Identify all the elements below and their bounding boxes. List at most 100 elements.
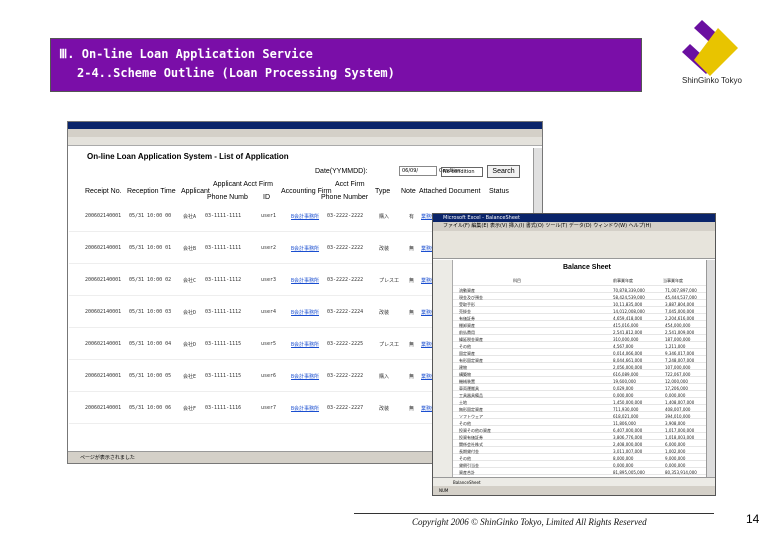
sheet-cell[interactable]: 建物 xyxy=(459,365,467,370)
sheet-cell[interactable]: 722,067,000 xyxy=(665,372,690,377)
condition-select[interactable]: No condition xyxy=(441,167,483,177)
search-button[interactable]: Search xyxy=(487,165,520,178)
sheet-cell[interactable]: 70,878,339,000 xyxy=(613,288,645,293)
sheet-cell[interactable]: 3,011,007,000 xyxy=(613,449,642,454)
sheet-cell[interactable]: 17,206,000 xyxy=(665,386,688,391)
sheet-cell[interactable]: 71,007,897,000 xyxy=(665,288,697,293)
sheet-cell[interactable]: 14,012,008,000 xyxy=(613,309,645,314)
sheet-cell[interactable]: 8,000,000 xyxy=(613,456,633,461)
sheet-cell[interactable]: 19,600,000 xyxy=(613,379,636,384)
sheet-cell[interactable]: 0,000,000 xyxy=(665,463,685,468)
sheet-cell[interactable]: 固定資産 xyxy=(459,351,475,356)
sheet-cell[interactable]: 0,014,066,000 xyxy=(613,351,642,356)
sheet-cell[interactable]: 貸倒引当金 xyxy=(459,463,479,468)
sheet-cell[interactable]: ソフトウェア xyxy=(459,414,483,419)
sheet-cell[interactable]: 1,450,000,000 xyxy=(613,400,642,405)
sheet-cell[interactable]: 長期貸付金 xyxy=(459,449,479,454)
sheet-cell[interactable]: 1,211,000 xyxy=(665,344,685,349)
cell-phone: 03-1111-1115 xyxy=(205,373,242,379)
sheet-cell[interactable]: 58,424,539,000 xyxy=(613,295,645,300)
sheet-cell[interactable]: 7,248,007,000 xyxy=(665,358,694,363)
cell-firm[interactable]: B会計事務所 xyxy=(291,341,319,348)
sheet-cell[interactable]: 無形固定資産 xyxy=(459,407,483,412)
sheet-cell[interactable]: 4,659,418,000 xyxy=(613,316,642,321)
sheet-cell[interactable]: 有価証券 xyxy=(459,316,475,321)
cell-firm[interactable]: B会計事務所 xyxy=(291,277,319,284)
sheet-cell[interactable]: 10,11,835,000 xyxy=(613,302,642,307)
sheet-cell[interactable]: 有形固定資産 xyxy=(459,358,483,363)
sheet-cell[interactable]: 9,346,017,000 xyxy=(665,351,694,356)
sheet-cell[interactable]: 394,010,000 xyxy=(665,414,690,419)
sheet-cell[interactable]: 構築物 xyxy=(459,372,471,377)
sheet-cell[interactable]: 7,045,000,000 xyxy=(665,309,694,314)
sheet-cell[interactable]: 前払費用 xyxy=(459,330,475,335)
sheet-cell[interactable]: 187,000,000 xyxy=(665,337,690,342)
cell-id: user4 xyxy=(261,309,277,315)
sheet-cell[interactable]: 80,353,914,000 xyxy=(665,470,697,475)
excel-window: Microsoft Excel - BalanceSheet ファイル(F) 編… xyxy=(432,213,716,496)
sheet-cell[interactable]: 1,018,003,000 xyxy=(665,435,694,440)
sheet-cell[interactable]: 616,089,000 xyxy=(613,372,638,377)
sheet-cell[interactable]: 45,444,537,000 xyxy=(665,295,697,300)
sheet-cell[interactable]: 107,000,000 xyxy=(665,365,690,370)
sheet-cell[interactable]: 機械装置 xyxy=(459,379,475,384)
sheet-cell[interactable]: 4,567,000 xyxy=(613,344,633,349)
sheet-cell[interactable]: 8,044,661,000 xyxy=(613,358,642,363)
sheet-tab[interactable]: BalanceSheet xyxy=(433,477,715,486)
sheet-cell[interactable]: 11,806,000 xyxy=(613,421,636,426)
cell-firm[interactable]: B会計事務所 xyxy=(291,373,319,380)
sheet-cell[interactable]: 土地 xyxy=(459,400,467,405)
sheet-cell[interactable]: 2,204,616,000 xyxy=(665,316,694,321)
sheet-cell[interactable]: 投資その他の資産 xyxy=(459,428,491,433)
cell-firm[interactable]: B会計事務所 xyxy=(291,213,319,220)
sheet-cell[interactable]: 408,007,000 xyxy=(665,407,690,412)
sheet-cell[interactable]: 車両運搬具 xyxy=(459,386,479,391)
sheet-cell[interactable]: 0,000,000 xyxy=(613,463,633,468)
sheet-cell[interactable]: その他 xyxy=(459,456,471,461)
sheet-cell[interactable]: 0,000,000 xyxy=(613,393,633,398)
sheet-cell[interactable]: 81,895,005,000 xyxy=(613,470,645,475)
sheet-cell[interactable]: 受取手形 xyxy=(459,302,475,307)
cell-firm[interactable]: B会計事務所 xyxy=(291,405,319,412)
sheet-cell[interactable]: 資産合計 xyxy=(459,470,475,475)
col-reception: Reception Time xyxy=(127,188,176,195)
sheet-row: 投資その他の資産 6,407,000,000 1,017,000,000 xyxy=(453,428,706,433)
excel-scrollbar[interactable] xyxy=(706,260,715,477)
sheet-cell[interactable]: その他 xyxy=(459,421,471,426)
sheet-cell[interactable]: 2,056,000,000 xyxy=(613,365,642,370)
cell-phone: 03-1111-1116 xyxy=(205,405,242,411)
sheet-cell[interactable]: 流動資産 xyxy=(459,288,475,293)
sheet-cell[interactable]: 繰延税金資産 xyxy=(459,337,483,342)
sheet-cell[interactable]: 1,017,000,000 xyxy=(665,428,694,433)
sheet-cell[interactable]: 12,000,000 xyxy=(665,379,688,384)
cell-firm[interactable]: B会計事務所 xyxy=(291,309,319,316)
cell-firm[interactable]: B会計事務所 xyxy=(291,245,319,252)
sheet-cell[interactable]: 0,000,000 xyxy=(665,393,685,398)
sheet-cell[interactable]: 現金及び預金 xyxy=(459,295,483,300)
sheet-cell[interactable]: 3,806,776,000 xyxy=(613,435,642,440)
sheet-cell[interactable]: 1,002,000 xyxy=(665,449,685,454)
sheet-cell[interactable]: 2,541,009,000 xyxy=(665,330,694,335)
sheet-cell[interactable]: その他 xyxy=(459,344,471,349)
sheet-cell[interactable]: 3,908,000 xyxy=(665,421,685,426)
sheet-cell[interactable]: 6,407,000,000 xyxy=(613,428,642,433)
sheet-cell[interactable]: 6,000,000 xyxy=(665,442,685,447)
sheet-cell[interactable]: 2,541,812,000 xyxy=(613,330,642,335)
sheet-cell[interactable]: 0,029,000 xyxy=(613,386,633,391)
sheet-cell[interactable]: 売掛金 xyxy=(459,309,471,314)
sheet-cell[interactable]: 工具器具備品 xyxy=(459,393,483,398)
sheet-cell[interactable]: 310,000,000 xyxy=(613,337,638,342)
sheet-cell[interactable]: 関係会社株式 xyxy=(459,442,483,447)
sheet-cell[interactable]: 1,408,007,000 xyxy=(665,400,694,405)
sheet-cell[interactable]: 3,887,804,000 xyxy=(665,302,694,307)
sheet-cell[interactable]: 投資有価証券 xyxy=(459,435,483,440)
logo-text: ShinGinko Tokyo xyxy=(682,76,742,85)
sheet-cell[interactable]: 618,021,000 xyxy=(613,414,638,419)
sheet-cell[interactable]: 415,016,000 xyxy=(613,323,638,328)
sheet-row: その他 11,806,000 3,908,000 xyxy=(453,421,706,426)
sheet-cell[interactable]: 2,408,000,000 xyxy=(613,442,642,447)
sheet-cell[interactable]: 9,000,000 xyxy=(665,456,685,461)
sheet-cell[interactable]: 棚卸資産 xyxy=(459,323,475,328)
sheet-cell[interactable]: 711,930,000 xyxy=(613,407,638,412)
sheet-cell[interactable]: 454,000,000 xyxy=(665,323,690,328)
